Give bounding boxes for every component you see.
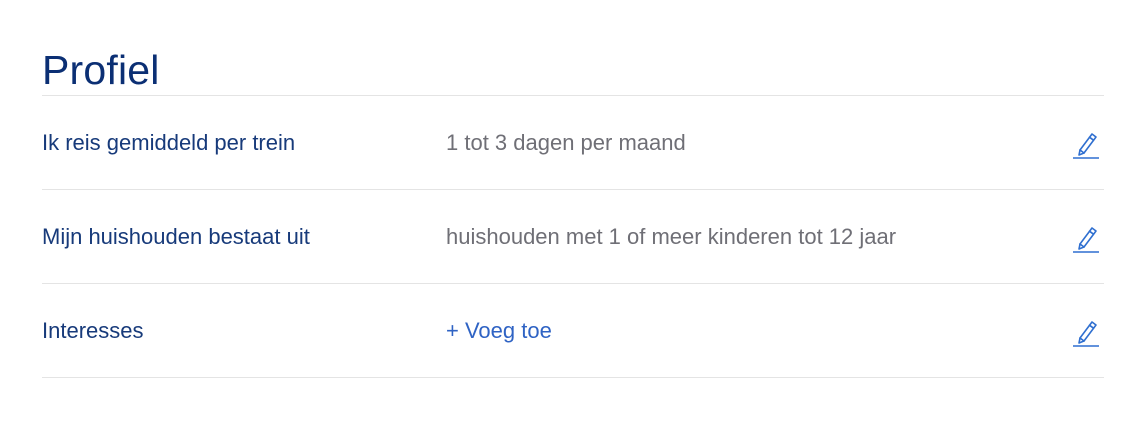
profile-row-travel-frequency: Ik reis gemiddeld per trein 1 tot 3 dage… [42, 96, 1104, 190]
row-label: Interesses [42, 317, 144, 343]
row-value: huishouden met 1 of meer kinderen tot 12… [446, 223, 897, 249]
row-value: 1 tot 3 dagen per maand [446, 129, 686, 155]
pencil-icon [1073, 132, 1099, 159]
edit-button[interactable] [1068, 217, 1104, 257]
edit-button[interactable] [1068, 123, 1104, 163]
row-label: Mijn huishouden bestaat uit [42, 223, 310, 249]
edit-button[interactable] [1068, 311, 1104, 351]
page-title: Profiel [42, 47, 160, 93]
row-label: Ik reis gemiddeld per trein [42, 129, 296, 155]
add-interest-link[interactable]: + Voeg toe [446, 317, 1068, 345]
profile-row-interests: Interesses + Voeg toe [42, 284, 1104, 378]
pencil-icon [1073, 226, 1099, 253]
pencil-icon [1073, 320, 1099, 347]
profile-row-household: Mijn huishouden bestaat uit huishouden m… [42, 190, 1104, 284]
profile-list: Ik reis gemiddeld per trein 1 tot 3 dage… [42, 95, 1104, 378]
profile-section: Profiel Ik reis gemiddeld per trein 1 to… [0, 0, 1136, 439]
